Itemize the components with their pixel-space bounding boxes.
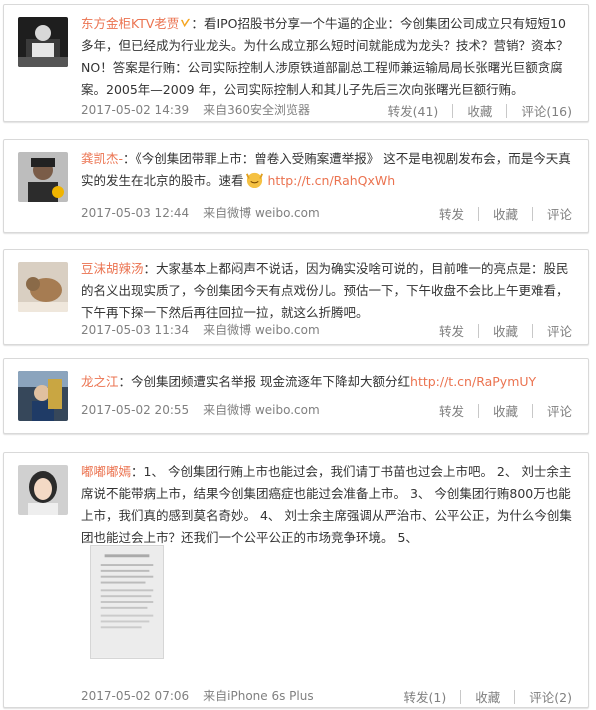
username-link[interactable]: 龙之江: [81, 374, 119, 389]
comment-button[interactable]: 评论: [533, 401, 586, 420]
avatar[interactable]: [18, 17, 68, 67]
post-time[interactable]: 2017-05-03 11:34: [81, 323, 189, 337]
comment-button[interactable]: 评论: [533, 321, 586, 340]
favorite-button[interactable]: 收藏: [453, 101, 506, 120]
post-text: 今创集团频遭实名举报 现金流逐年下降却大额分红: [131, 374, 411, 389]
post-card: 龙之江：今创集团频遭实名举报 现金流逐年下降却大额分红http://t.cn/R…: [3, 358, 589, 434]
post-meta: 2017-05-02 14:39 来自360安全浏览器: [81, 101, 310, 118]
post-time[interactable]: 2017-05-03 12:44: [81, 206, 189, 220]
avatar[interactable]: [18, 371, 68, 421]
username-link[interactable]: 嘟嘟嘟嫣: [81, 464, 131, 479]
post-actions: 转发 收藏 评论: [425, 321, 586, 340]
repost-button[interactable]: 转发(1): [390, 687, 461, 706]
post-actions: 转发(41) 收藏 评论(16): [374, 101, 586, 120]
comment-button[interactable]: 评论(16): [507, 101, 586, 120]
post-content: 豆沫胡辣汤：大家基本上都闷声不说话，因为确实没啥可说的，目前唯一的亮点是：股民的…: [81, 261, 569, 320]
repost-button[interactable]: 转发: [425, 401, 478, 420]
post-url-link[interactable]: http://t.cn/RaPymUY: [410, 374, 536, 389]
post-source: 来自微博 weibo.com: [203, 323, 320, 337]
comment-button[interactable]: 评论: [533, 204, 586, 223]
post-text: 1、 今创集团行贿上市也能过会，我们请丁书苗也过会上市吧。 2、 刘士余主席说不…: [81, 464, 572, 545]
favorite-button[interactable]: 收藏: [479, 401, 532, 420]
post-content: 东方金柜KTV老贾 ：看IPO招股书分享一个牛逼的企业：今创集团公司成立只有短短1…: [81, 16, 569, 97]
avatar[interactable]: [18, 262, 68, 312]
post-time[interactable]: 2017-05-02 14:39: [81, 103, 189, 117]
favorite-button[interactable]: 收藏: [461, 687, 514, 706]
repost-button[interactable]: 转发: [425, 321, 478, 340]
username-link[interactable]: 龚凯杰-: [81, 151, 123, 166]
verified-badge-icon: [181, 18, 191, 28]
post-actions: 转发 收藏 评论: [425, 204, 586, 223]
post-meta: 2017-05-02 20:55 来自微博 weibo.com: [81, 401, 320, 418]
repost-button[interactable]: 转发(41): [374, 101, 453, 120]
post-actions: 转发(1) 收藏 评论(2): [390, 687, 586, 706]
post-meta: 2017-05-03 12:44 来自微博 weibo.com: [81, 204, 320, 221]
post-card: 龚凯杰-：《今创集团带罪上市：曾卷入受贿案遭举报》 这不是电视剧发布会，而是今天…: [3, 139, 589, 233]
post-card: 嘟嘟嘟嫣：1、 今创集团行贿上市也能过会，我们请丁书苗也过会上市吧。 2、 刘士…: [3, 452, 589, 708]
post-card: 东方金柜KTV老贾 ：看IPO招股书分享一个牛逼的企业：今创集团公司成立只有短短1…: [3, 4, 589, 122]
post-source: 来自微博 weibo.com: [203, 206, 320, 220]
username-link[interactable]: 东方金柜KTV老贾: [81, 16, 179, 31]
comment-button[interactable]: 评论(2): [515, 687, 586, 706]
post-content: 龙之江：今创集团频遭实名举报 现金流逐年下降却大额分红http://t.cn/R…: [81, 374, 537, 389]
username-link[interactable]: 豆沫胡辣汤: [81, 261, 144, 276]
avatar[interactable]: [18, 465, 68, 515]
favorite-button[interactable]: 收藏: [479, 321, 532, 340]
weibo-feed: 东方金柜KTV老贾 ：看IPO招股书分享一个牛逼的企业：今创集团公司成立只有短短1…: [0, 0, 596, 710]
post-time[interactable]: 2017-05-02 07:06: [81, 689, 189, 703]
repost-button[interactable]: 转发: [425, 204, 478, 223]
post-url-link[interactable]: http://t.cn/RahQxWh: [268, 173, 396, 188]
post-content: 嘟嘟嘟嫣：1、 今创集团行贿上市也能过会，我们请丁书苗也过会上市吧。 2、 刘士…: [81, 464, 572, 545]
post-time[interactable]: 2017-05-02 20:55: [81, 403, 189, 417]
emoji-icon: [245, 172, 263, 189]
post-content: 龚凯杰-：《今创集团带罪上市：曾卷入受贿案遭举报》 这不是电视剧发布会，而是今天…: [81, 151, 571, 189]
favorite-button[interactable]: 收藏: [479, 204, 532, 223]
post-meta: 2017-05-02 07:06 来自iPhone 6s Plus: [81, 687, 314, 704]
attached-image-thumbnail[interactable]: [90, 545, 164, 659]
post-source: 来自iPhone 6s Plus: [203, 689, 314, 703]
avatar[interactable]: [18, 152, 68, 202]
post-meta: 2017-05-03 11:34 来自微博 weibo.com: [81, 321, 320, 338]
post-source: 来自360安全浏览器: [203, 103, 311, 117]
post-source: 来自微博 weibo.com: [203, 403, 320, 417]
post-card: 豆沫胡辣汤：大家基本上都闷声不说话，因为确实没啥可说的，目前唯一的亮点是：股民的…: [3, 249, 589, 345]
post-actions: 转发 收藏 评论: [425, 401, 586, 420]
